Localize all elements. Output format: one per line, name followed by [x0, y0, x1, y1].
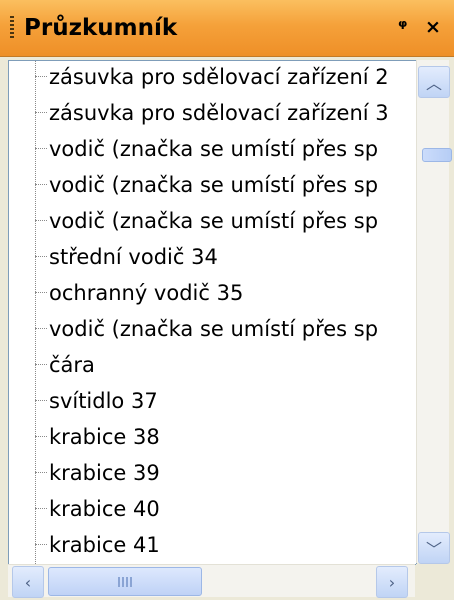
tree-item[interactable]: svítidlo 37 — [35, 385, 416, 417]
close-icon[interactable]: × — [425, 12, 441, 42]
tree-item-label: krabice 40 — [49, 497, 160, 521]
tree-item-label: vodič (značka se umístí přes sp — [49, 137, 379, 161]
drag-grip-icon[interactable] — [10, 16, 14, 40]
tree-item[interactable]: krabice 40 — [35, 493, 416, 525]
horizontal-scroll-thumb[interactable] — [48, 567, 202, 596]
tree-item-label: krabice 38 — [49, 425, 160, 449]
scroll-right-button[interactable]: › — [376, 566, 408, 598]
tree-view[interactable]: zásuvka pro sdělovací zařízení 2 zásuvka… — [8, 60, 417, 565]
tree-item-label: vodič (značka se umístí přes sp — [49, 317, 379, 341]
tree-item[interactable]: vodič (značka se umístí přes sp — [35, 133, 416, 165]
tree-item[interactable]: ochranný vodič 35 — [35, 277, 416, 309]
tree-item[interactable]: střední vodič 34 — [35, 241, 416, 273]
scroll-left-button[interactable]: ‹ — [12, 566, 44, 598]
tree-item[interactable]: vodič (značka se umístí přes sp — [35, 169, 416, 201]
tree-item-label: krabice 41 — [49, 533, 160, 557]
panel-titlebar[interactable]: Průzkumník ᵠ × — [0, 0, 454, 57]
tree-item[interactable]: čára — [35, 349, 416, 381]
vertical-scrollbar[interactable]: ︿ ﹀ — [416, 60, 452, 564]
grip-icon — [118, 576, 132, 587]
tree-item[interactable]: krabice 39 — [35, 457, 416, 489]
tree-item[interactable]: zásuvka pro sdělovací zařízení 2 — [35, 61, 416, 93]
tree-item-label: svítidlo 37 — [49, 389, 158, 413]
tree-item[interactable]: krabice 38 — [35, 421, 416, 453]
tree-item[interactable]: krabice 41 — [35, 529, 416, 561]
scrollbar-corner — [416, 564, 448, 596]
chevron-down-icon: ﹀ — [425, 540, 442, 559]
pin-icon[interactable]: ᵠ — [398, 12, 407, 42]
tree-item-label: ochranný vodič 35 — [49, 281, 244, 305]
tree-item[interactable]: vodič (značka se umístí přes sp — [35, 205, 416, 237]
tree-item-label: čára — [49, 353, 95, 377]
tree-item-label: krabice 39 — [49, 461, 160, 485]
chevron-right-icon: › — [388, 572, 396, 592]
tree-item-label: vodič (značka se umístí přes sp — [49, 209, 379, 233]
tree-item[interactable]: zásuvka pro sdělovací zařízení 3 — [35, 97, 416, 129]
tree-item-label: zásuvka pro sdělovací zařízení 3 — [49, 101, 389, 125]
tree-item-label: zásuvka pro sdělovací zařízení 2 — [49, 65, 389, 89]
vertical-scroll-thumb[interactable] — [422, 148, 452, 162]
tree-item-label: vodič (značka se umístí přes sp — [49, 173, 379, 197]
chevron-left-icon: ‹ — [24, 572, 32, 592]
horizontal-scrollbar[interactable]: ‹ › — [8, 564, 415, 598]
scroll-down-button[interactable]: ﹀ — [418, 532, 450, 564]
scroll-up-button[interactable]: ︿ — [418, 66, 450, 98]
panel-title: Průzkumník — [24, 15, 178, 41]
tree-item[interactable]: vodič (značka se umístí přes sp — [35, 313, 416, 345]
tree-item-label: střední vodič 34 — [49, 245, 218, 269]
explorer-panel: Průzkumník ᵠ × zásuvka pro sdělovací zař… — [0, 0, 454, 600]
chevron-up-icon: ︿ — [425, 74, 442, 93]
